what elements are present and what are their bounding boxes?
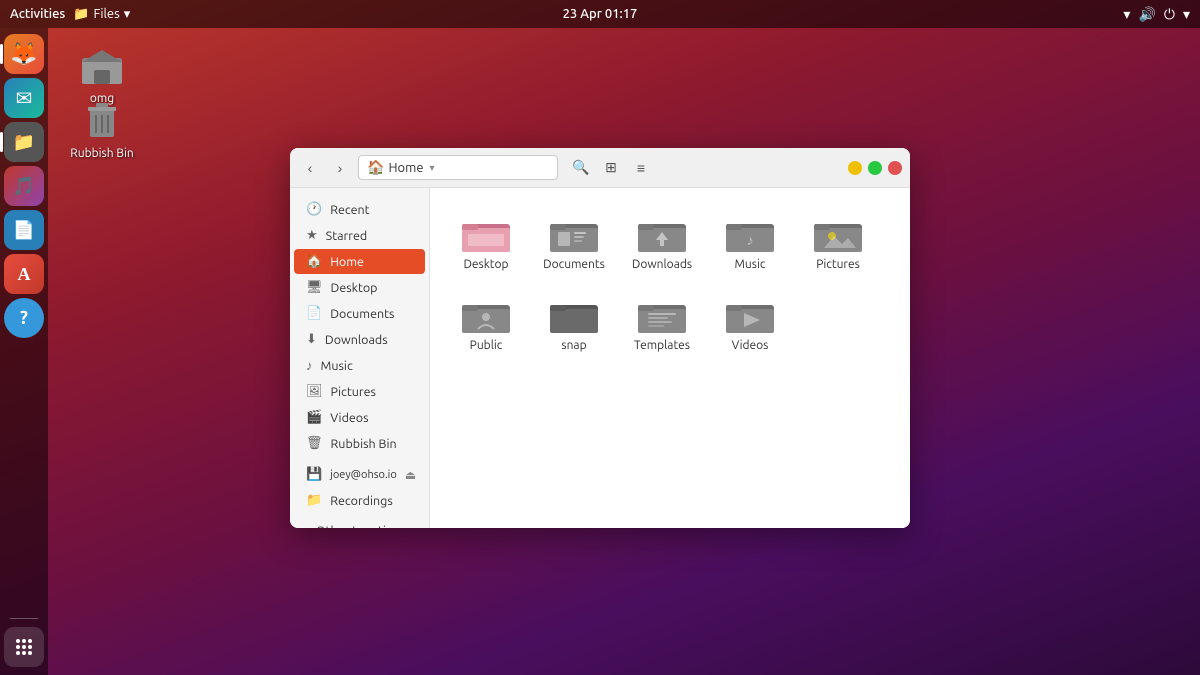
topbar: Activities 📁 Files ▾ 23 Apr 01:17 ▾ 🔊 ⏻ … [0, 0, 1200, 28]
location-bar[interactable]: 🏠 Home ▾ [358, 155, 558, 180]
folder-public[interactable]: Public [446, 285, 526, 358]
forward-button[interactable]: › [328, 156, 352, 180]
sidebar-item-starred[interactable]: ★ Starred [294, 223, 425, 248]
sidebar-item-recordings[interactable]: 📁 Recordings [294, 488, 425, 513]
folder-templates-icon [636, 291, 688, 335]
close-button[interactable] [888, 161, 902, 175]
folder-snap-icon [548, 291, 600, 335]
dock-item-files[interactable]: 📁 [4, 122, 44, 162]
home-nav-icon: 🏠 [306, 254, 322, 269]
rubbish-label: Rubbish Bin [70, 147, 133, 160]
folder-pictures-icon [812, 210, 864, 254]
desktop-icon-rubbish[interactable]: Rubbish Bin [62, 95, 142, 160]
toolbar-actions: 🔍 ⊞ ≡ [568, 155, 654, 181]
folder-templates-label: Templates [634, 339, 690, 352]
location-text: Home [388, 161, 423, 175]
sidebar-item-music[interactable]: ♪ Music [294, 353, 425, 378]
recent-icon: 🕐 [306, 202, 322, 217]
dock-bottom [4, 614, 44, 667]
sidebar-item-documents[interactable]: 📄 Documents [294, 301, 425, 326]
folder-desktop[interactable]: Desktop [446, 204, 526, 277]
sidebar-item-pictures[interactable]: 🖼 Pictures [294, 379, 425, 404]
file-manager-body: 🕐 Recent ★ Starred 🏠 Home 🖥 Desktop 📄 Do… [290, 188, 910, 528]
folder-music-icon: ♪ [724, 210, 776, 254]
folder-desktop-icon [460, 210, 512, 254]
folder-videos-label: Videos [732, 339, 769, 352]
desktop-nav-icon: 🖥 [306, 280, 323, 295]
back-button[interactable]: ‹ [298, 156, 322, 180]
main-content: Desktop Documents [430, 188, 910, 528]
view-list-button[interactable]: ≡ [628, 155, 654, 181]
folder-public-label: Public [470, 339, 503, 352]
sidebar-item-downloads[interactable]: ⬇ Downloads [294, 327, 425, 352]
folder-desktop-label: Desktop [463, 258, 508, 271]
file-manager-window: ‹ › 🏠 Home ▾ 🔍 ⊞ ≡ 🕐 Recent ★ Starred [290, 148, 910, 528]
recordings-icon: 📁 [306, 493, 322, 508]
sidebar-item-joey[interactable]: 💾 joey@ohso.io ⏏ [294, 462, 425, 487]
folder-public-icon [460, 291, 512, 335]
power-icon: ⏻ [1164, 6, 1175, 23]
show-apps-button[interactable] [4, 627, 44, 667]
minimize-button[interactable] [848, 161, 862, 175]
sidebar-item-videos[interactable]: 🎬 Videos [294, 405, 425, 430]
sidebar-item-desktop[interactable]: 🖥 Desktop [294, 275, 425, 300]
wifi-icon: ▾ [1123, 6, 1130, 23]
folder-downloads[interactable]: Downloads [622, 204, 702, 277]
volume-icon: 🔊 [1138, 6, 1155, 23]
joey-icon: 💾 [306, 467, 322, 482]
folder-documents[interactable]: Documents [534, 204, 614, 277]
files-menu[interactable]: 📁 Files ▾ [73, 7, 130, 22]
pictures-nav-icon: 🖼 [306, 384, 323, 399]
folder-music-label: Music [735, 258, 766, 271]
dock: 🦊 ✉ 📁 🎵 📄 A ? [0, 28, 48, 675]
datetime: 23 Apr 01:17 [563, 7, 638, 21]
dock-item-firefox[interactable]: 🦊 [4, 34, 44, 74]
music-nav-icon: ♪ [306, 358, 313, 373]
home-folder-icon [78, 40, 126, 88]
folder-documents-icon [548, 210, 600, 254]
titlebar: ‹ › 🏠 Home ▾ 🔍 ⊞ ≡ [290, 148, 910, 188]
rubbish-nav-icon: 🗑 [306, 436, 323, 451]
folder-videos[interactable]: Videos [710, 285, 790, 358]
search-button[interactable]: 🔍 [568, 155, 594, 181]
folder-videos-icon [724, 291, 776, 335]
svg-text:♪: ♪ [747, 232, 754, 248]
dock-item-rhythmbox[interactable]: 🎵 [4, 166, 44, 206]
folder-pictures[interactable]: Pictures [798, 204, 878, 277]
folder-pictures-label: Pictures [816, 258, 860, 271]
home-icon: 🏠 [367, 159, 384, 176]
sidebar-item-other[interactable]: + Other Locations [294, 519, 425, 528]
trash-icon [78, 95, 126, 143]
sidebar-item-rubbish[interactable]: 🗑 Rubbish Bin [294, 431, 425, 456]
videos-nav-icon: 🎬 [306, 410, 322, 425]
sidebar: 🕐 Recent ★ Starred 🏠 Home 🖥 Desktop 📄 Do… [290, 188, 430, 528]
folder-downloads-label: Downloads [632, 258, 692, 271]
dock-item-thunderbird[interactable]: ✉ [4, 78, 44, 118]
folder-templates[interactable]: Templates [622, 285, 702, 358]
folder-grid: Desktop Documents [446, 204, 894, 358]
folder-icon: 📁 [73, 7, 89, 22]
dock-item-appstore[interactable]: A [4, 254, 44, 294]
folder-downloads-icon [636, 210, 688, 254]
downloads-nav-icon: ⬇ [306, 332, 317, 347]
sidebar-item-home[interactable]: 🏠 Home [294, 249, 425, 274]
dock-item-writer[interactable]: 📄 [4, 210, 44, 250]
folder-music[interactable]: ♪ Music [710, 204, 790, 277]
system-tray: ▾ 🔊 ⏻ ▾ [1123, 6, 1190, 23]
view-grid-button[interactable]: ⊞ [598, 155, 624, 181]
dock-item-help[interactable]: ? [4, 298, 44, 338]
folder-documents-label: Documents [543, 258, 605, 271]
sidebar-item-recent[interactable]: 🕐 Recent [294, 197, 425, 222]
starred-icon: ★ [306, 228, 318, 243]
documents-nav-icon: 📄 [306, 306, 322, 321]
indicator-icon: ▾ [1183, 6, 1190, 23]
maximize-button[interactable] [868, 161, 882, 175]
folder-snap-label: snap [561, 339, 586, 352]
location-dropdown-icon: ▾ [430, 162, 435, 174]
activities-button[interactable]: Activities [10, 7, 65, 21]
folder-snap[interactable]: snap [534, 285, 614, 358]
eject-button[interactable]: ⏏ [405, 468, 416, 482]
